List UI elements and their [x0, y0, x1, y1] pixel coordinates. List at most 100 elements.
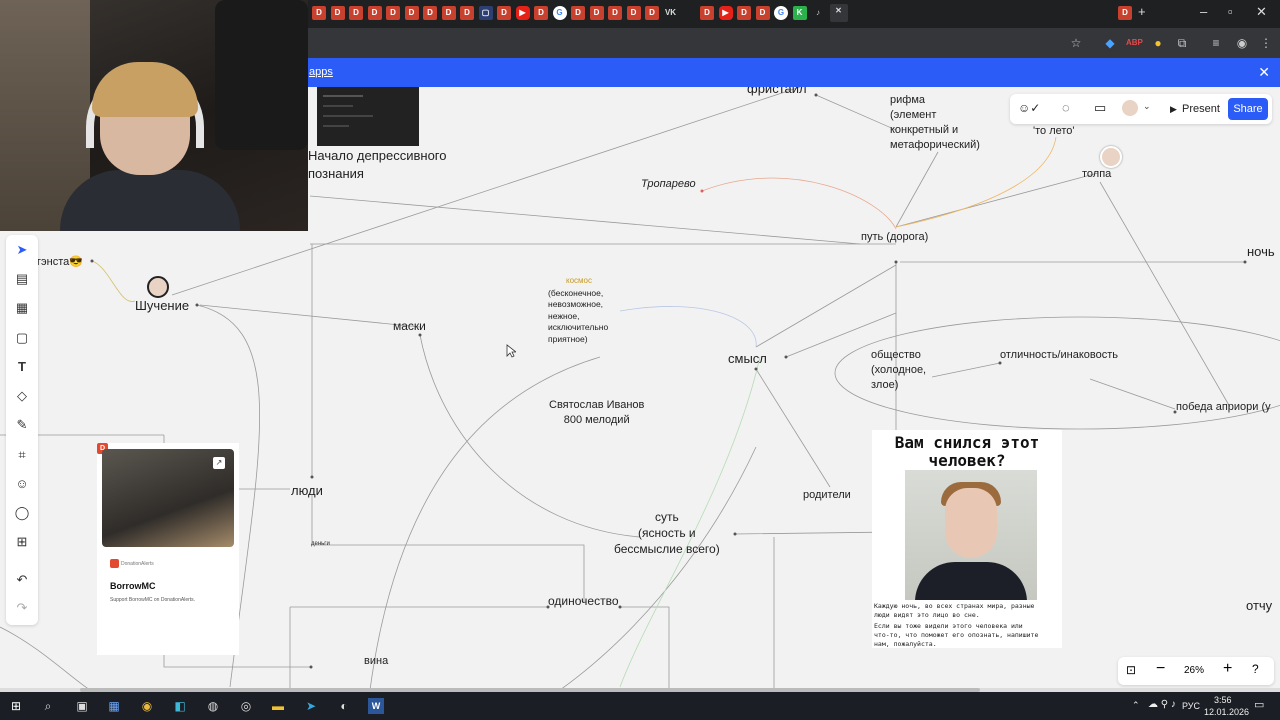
media-control-icon[interactable]: ≡	[1208, 35, 1224, 51]
layout-icon[interactable]: ▦	[13, 299, 31, 317]
browser-tab[interactable]: VK	[663, 6, 678, 20]
input-language[interactable]: РУС	[1182, 701, 1200, 711]
clock-time[interactable]: 3:56	[1214, 695, 1232, 705]
donation-embed-card[interactable]: D ↗ DonationAlerts BorrowMC Support Borr…	[97, 443, 239, 655]
tray-expand-icon[interactable]: ⌃	[1132, 700, 1140, 711]
node-night[interactable]: ночь	[1247, 243, 1275, 261]
chrome-icon[interactable]: ◉	[139, 698, 155, 714]
browser-tab[interactable]: ♪	[811, 6, 825, 20]
pen-icon[interactable]: ✎	[13, 416, 31, 434]
browser-tab[interactable]: D	[700, 6, 714, 20]
redo-icon[interactable]: ↷	[13, 599, 31, 617]
task-view-icon[interactable]: ▣	[74, 698, 90, 714]
obs-icon[interactable]: ◐	[336, 698, 352, 714]
node-that-summer[interactable]: 'то лето'	[1033, 124, 1075, 139]
telegram-icon[interactable]: ➤	[303, 698, 319, 714]
frame-icon[interactable]: ⌗	[13, 446, 31, 464]
browser-tab[interactable]: D	[571, 6, 585, 20]
browser-tab[interactable]: G	[774, 6, 788, 20]
browser-tab[interactable]: D	[423, 6, 437, 20]
browser-tab[interactable]: D	[608, 6, 622, 20]
node-space-title[interactable]: космос	[566, 276, 592, 287]
browser-tab[interactable]: D	[737, 6, 751, 20]
node-rhyme[interactable]: рифма (элемент конкретный и метафорическ…	[890, 93, 980, 152]
steam-icon[interactable]: ◍	[205, 698, 221, 714]
zoom-level[interactable]: 26%	[1184, 665, 1204, 676]
search-icon[interactable]: ⌕	[40, 698, 56, 714]
app-icon[interactable]: ◧	[172, 698, 188, 714]
node-distinction[interactable]: отличность/инаковость	[1000, 348, 1118, 363]
node-parents[interactable]: родители	[803, 488, 851, 503]
comments-icon[interactable]: ◌	[1062, 100, 1070, 115]
shapes-icon[interactable]: ◇	[13, 387, 31, 405]
file-explorer-icon[interactable]: ▬	[270, 698, 286, 714]
browser-tab[interactable]: ▶	[515, 6, 530, 20]
node-path[interactable]: путь (дорога)	[861, 230, 928, 245]
text-icon[interactable]: T	[13, 358, 31, 376]
extension-icon[interactable]: ◆	[1102, 35, 1118, 51]
browser-tab[interactable]: D	[404, 6, 419, 20]
new-tab-button[interactable]: +	[1138, 4, 1146, 19]
browser-tab[interactable]: D	[312, 6, 326, 20]
clock-date[interactable]: 12.01.2026	[1204, 707, 1249, 717]
browser-tab[interactable]: D	[497, 6, 511, 20]
browser-tab[interactable]: D	[534, 6, 548, 20]
browser-menu-icon[interactable]: ⋮	[1258, 35, 1274, 51]
node-meaning[interactable]: смысл	[728, 350, 767, 368]
dream-man-poster[interactable]: Вам снился этот человек? Каждую ночь, во…	[872, 430, 1062, 648]
node-money[interactable]: деньги	[311, 540, 330, 548]
browser-tab[interactable]: D	[589, 6, 604, 20]
sticky-note-icon[interactable]: ▢	[13, 329, 31, 347]
browser-tab[interactable]: ▶	[718, 6, 733, 20]
avatar[interactable]	[1122, 100, 1138, 116]
node-composer[interactable]: Святослав Иванов 800 мелодий	[549, 398, 644, 428]
profile-avatar-icon[interactable]: ◉	[1234, 35, 1250, 51]
minimize-icon[interactable]: –	[1200, 4, 1207, 19]
browser-tab[interactable]: D	[645, 6, 659, 20]
node-loneliness[interactable]: одиночество	[548, 593, 619, 609]
calculator-icon[interactable]: ▦	[106, 698, 122, 714]
share-button[interactable]: Share	[1228, 98, 1268, 120]
node-society[interactable]: общество (холодное, злое)	[871, 348, 926, 393]
help-icon[interactable]: ?	[1252, 662, 1259, 676]
browser-tab[interactable]: D	[441, 6, 456, 20]
browser-tab[interactable]: D	[626, 6, 641, 20]
open-external-icon[interactable]: ↗	[213, 457, 225, 469]
node-masks[interactable]: маски	[393, 318, 426, 334]
node-freestyle[interactable]: фристайл	[747, 87, 807, 98]
node-gangsta[interactable]: гэнста😎	[37, 255, 83, 270]
browser-tab[interactable]: D	[367, 6, 382, 20]
node-despair[interactable]: отчу	[1246, 597, 1272, 615]
maximize-icon[interactable]: ▫	[1228, 4, 1233, 19]
zoom-out-icon[interactable]: −	[1156, 660, 1165, 678]
chevron-down-icon[interactable]: ⌄	[1143, 101, 1151, 112]
tray-icons[interactable]: ☁ ⚲ ♪	[1148, 699, 1176, 710]
reactions-icon[interactable]: ☺	[13, 475, 31, 493]
present-button[interactable]: ▶ Present	[1168, 98, 1234, 120]
browser-tab[interactable]: D	[349, 6, 363, 20]
notifications-icon[interactable]: ▭	[1254, 698, 1264, 711]
browser-tab[interactable]: G	[552, 6, 567, 20]
banner-close-icon[interactable]: ✕	[1258, 64, 1270, 81]
node-space-description[interactable]: (бесконечное, невозможное, нежное, исклю…	[548, 288, 608, 345]
extensions-puzzle-icon[interactable]: ⧉	[1174, 35, 1190, 51]
node-crowd[interactable]: толпа	[1082, 167, 1111, 182]
discord-icon[interactable]: ◎	[238, 698, 254, 714]
browser-tab[interactable]: D	[460, 6, 474, 20]
node-troparevo[interactable]: Тропарево	[641, 177, 696, 192]
node-people[interactable]: люди	[291, 482, 323, 500]
window-close-icon[interactable]: ✕	[1256, 4, 1267, 20]
apps-link[interactable]: apps	[309, 66, 333, 78]
screenshot-thumbnail[interactable]	[317, 87, 419, 146]
browser-tab[interactable]: D	[386, 6, 400, 20]
zoom-in-icon[interactable]: +	[1223, 660, 1232, 678]
browser-tab[interactable]: ▢	[478, 6, 493, 20]
browser-tab[interactable]: D	[330, 6, 345, 20]
node-essence[interactable]: суть (ясность и бессмыслие всего)	[614, 509, 720, 558]
collaborator-avatar[interactable]	[147, 276, 169, 298]
bookmark-star-icon[interactable]: ☆	[1068, 35, 1084, 51]
comment-icon[interactable]: ◯	[13, 504, 31, 522]
node-depressive-cognition[interactable]: Начало депрессивного познания	[308, 147, 447, 182]
adblock-icon[interactable]: ABP	[1126, 35, 1143, 51]
templates-icon[interactable]: ▤	[13, 270, 31, 288]
